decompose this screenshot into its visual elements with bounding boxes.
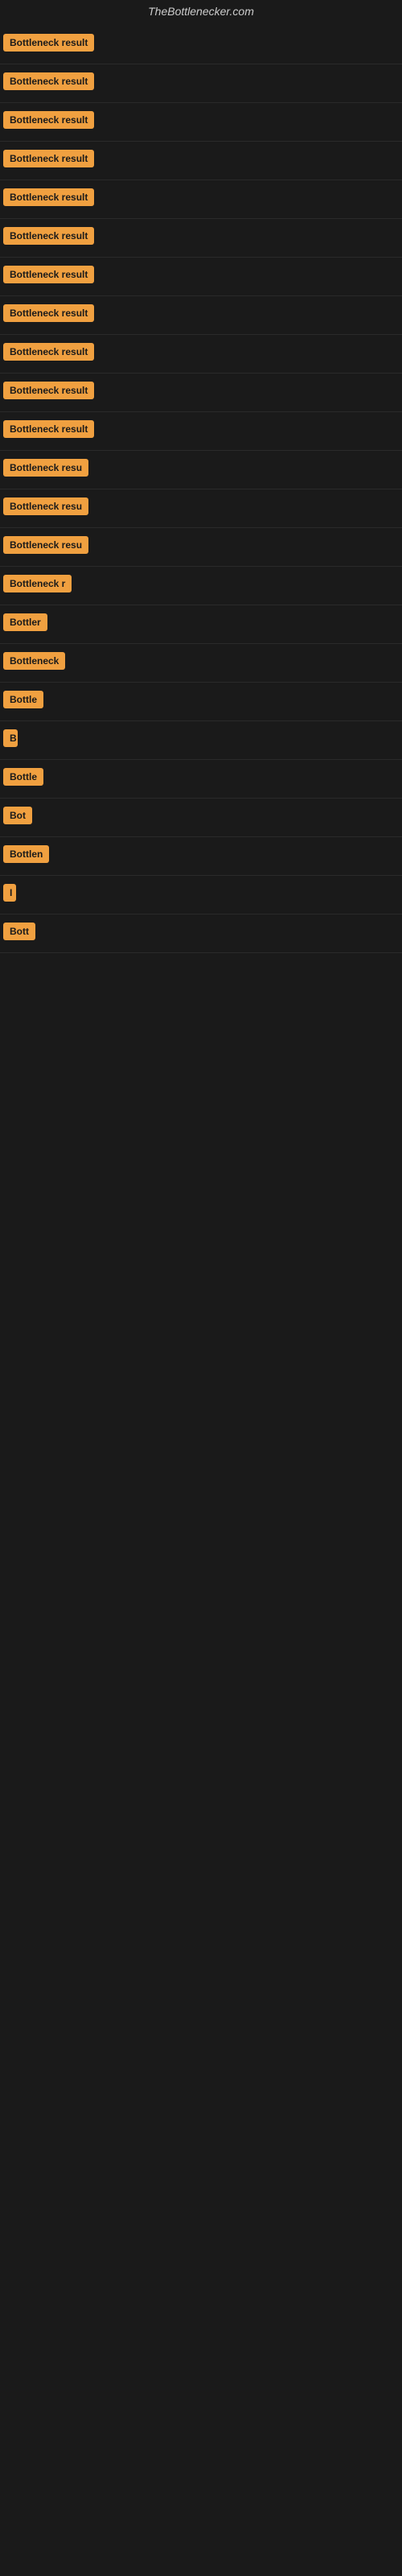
bottleneck-result-badge[interactable]: Bottleneck result [3,227,94,245]
bottleneck-result-badge[interactable]: Bottleneck result [3,382,94,399]
bottleneck-result-badge[interactable]: Bott [3,923,35,940]
list-item: Bottleneck result [0,296,402,335]
list-item: Bottler [0,605,402,644]
list-item: I [0,876,402,914]
bottleneck-result-badge[interactable]: Bottleneck result [3,150,94,167]
bottleneck-result-badge[interactable]: Bottleneck resu [3,536,88,554]
bottleneck-result-badge[interactable]: Bottlen [3,845,49,863]
list-item: Bottleneck [0,644,402,683]
list-item: Bottleneck result [0,412,402,451]
site-title: TheBottlenecker.com [0,0,402,26]
list-item: Bottlen [0,837,402,876]
list-item: Bottleneck r [0,567,402,605]
bottleneck-result-badge[interactable]: Bottler [3,613,47,631]
bottleneck-result-badge[interactable]: Bottleneck result [3,304,94,322]
bottleneck-result-badge[interactable]: Bottleneck result [3,72,94,90]
list-item: Bottleneck result [0,142,402,180]
bottleneck-result-badge[interactable]: Bot [3,807,32,824]
list-item: Bottleneck resu [0,489,402,528]
list-item: Bot [0,799,402,837]
bottleneck-result-badge[interactable]: I [3,884,16,902]
list-item: Bottle [0,760,402,799]
rows-container: Bottleneck result Bottleneck result Bottle… [0,26,402,953]
bottleneck-result-badge[interactable]: Bottleneck resu [3,497,88,515]
bottleneck-result-badge[interactable]: Bottleneck result [3,34,94,52]
bottleneck-result-badge[interactable]: Bottleneck resu [3,459,88,477]
list-item: Bottle [0,683,402,721]
bottleneck-result-badge[interactable]: Bottleneck result [3,188,94,206]
bottleneck-result-badge[interactable]: Bottle [3,691,43,708]
list-item: Bottleneck resu [0,451,402,489]
list-item: Bottleneck result [0,258,402,296]
list-item: Bottleneck resu [0,528,402,567]
bottleneck-result-badge[interactable]: Bottleneck result [3,343,94,361]
list-item: Bottleneck result [0,219,402,258]
list-item: Bottleneck result [0,64,402,103]
bottleneck-result-badge[interactable]: Bottleneck r [3,575,72,592]
list-item: B [0,721,402,760]
list-item: Bottleneck result [0,26,402,64]
bottleneck-result-badge[interactable]: Bottleneck result [3,266,94,283]
list-item: Bottleneck result [0,103,402,142]
site-title-bar: TheBottlenecker.com [0,0,402,26]
bottleneck-result-badge[interactable]: Bottle [3,768,43,786]
bottleneck-result-badge[interactable]: Bottleneck [3,652,65,670]
list-item: Bottleneck result [0,180,402,219]
bottleneck-result-badge[interactable]: B [3,729,18,747]
list-item: Bott [0,914,402,953]
bottleneck-result-badge[interactable]: Bottleneck result [3,420,94,438]
list-item: Bottleneck result [0,335,402,374]
list-item: Bottleneck result [0,374,402,412]
bottleneck-result-badge[interactable]: Bottleneck result [3,111,94,129]
